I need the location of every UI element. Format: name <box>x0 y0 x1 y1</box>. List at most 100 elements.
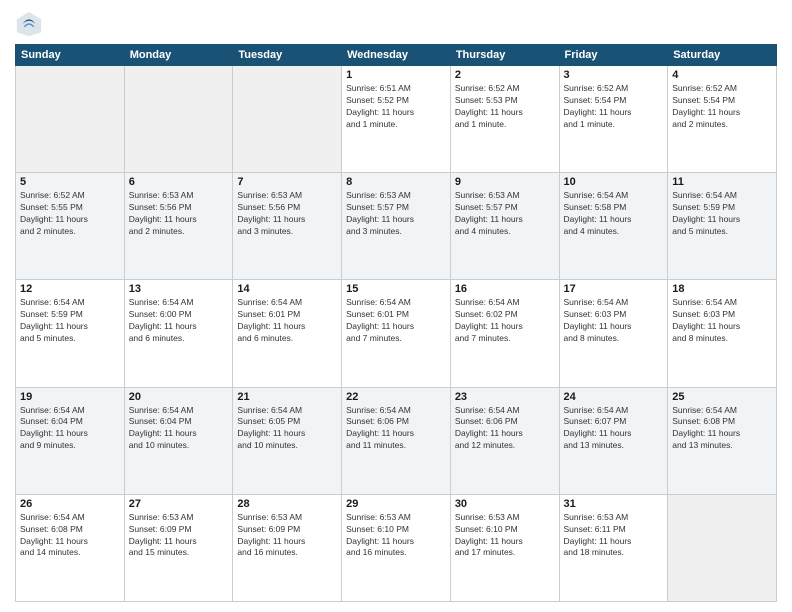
day-info: Sunrise: 6:54 AM Sunset: 6:04 PM Dayligh… <box>20 405 120 453</box>
day-number: 18 <box>672 283 772 295</box>
calendar-cell: 1 Sunrise: 6:51 AM Sunset: 5:52 PM Daylig… <box>342 66 451 173</box>
day-info: Sunrise: 6:54 AM Sunset: 6:00 PM Dayligh… <box>129 297 229 345</box>
calendar-cell: 17Sunrise: 6:54 AM Sunset: 6:03 PM Dayli… <box>559 280 668 387</box>
calendar-cell: 25 Sunrise: 6:54 AM Sunset: 6:08 PM Dayli… <box>668 387 777 494</box>
header <box>15 10 777 38</box>
day-info: Sunrise: 6:53 AM Sunset: 5:57 PM Dayligh… <box>455 190 555 238</box>
day-number: 21 <box>237 391 337 403</box>
day-number: 17 <box>564 283 664 295</box>
calendar-cell: 27Sunrise: 6:53 AM Sunset: 6:09 PM Dayli… <box>124 494 233 601</box>
day-info: Sunrise: 6:54 AM Sunset: 6:08 PM Dayligh… <box>20 512 120 560</box>
calendar-cell <box>233 66 342 173</box>
calendar-cell: 16 Sunrise: 6:54 AM Sunset: 6:02 PM Dayli… <box>450 280 559 387</box>
day-number: 7 <box>237 176 337 188</box>
day-info: Sunrise: 6:53 AM Sunset: 6:10 PM Dayligh… <box>346 512 446 560</box>
weekday-header: Sunday <box>16 45 125 66</box>
day-info: Sunrise: 6:54 AM Sunset: 5:58 PM Dayligh… <box>564 190 664 238</box>
day-number: 20 <box>129 391 229 403</box>
weekday-header: Tuesday <box>233 45 342 66</box>
calendar-cell: 5Sunrise: 6:52 AM Sunset: 5:55 PM Daylig… <box>16 173 125 280</box>
day-info: Sunrise: 6:52 AM Sunset: 5:54 PM Dayligh… <box>564 83 664 131</box>
logo <box>15 10 47 38</box>
calendar-week-row: 19 Sunrise: 6:54 AM Sunset: 6:04 PM Dayli… <box>16 387 777 494</box>
calendar-cell: 2 Sunrise: 6:52 AM Sunset: 5:53 PM Daylig… <box>450 66 559 173</box>
day-info: Sunrise: 6:54 AM Sunset: 6:01 PM Dayligh… <box>237 297 337 345</box>
day-number: 14 <box>237 283 337 295</box>
day-number: 3 <box>564 69 664 81</box>
calendar-cell: 7 Sunrise: 6:53 AM Sunset: 5:56 PM Daylig… <box>233 173 342 280</box>
logo-icon <box>15 10 43 38</box>
day-info: Sunrise: 6:54 AM Sunset: 6:04 PM Dayligh… <box>129 405 229 453</box>
calendar-cell: 21Sunrise: 6:54 AM Sunset: 6:05 PM Dayli… <box>233 387 342 494</box>
weekday-header: Wednesday <box>342 45 451 66</box>
day-number: 10 <box>564 176 664 188</box>
day-number: 19 <box>20 391 120 403</box>
day-info: Sunrise: 6:54 AM Sunset: 6:07 PM Dayligh… <box>564 405 664 453</box>
day-info: Sunrise: 6:53 AM Sunset: 5:57 PM Dayligh… <box>346 190 446 238</box>
day-number: 6 <box>129 176 229 188</box>
calendar-cell: 19 Sunrise: 6:54 AM Sunset: 6:04 PM Dayli… <box>16 387 125 494</box>
weekday-header: Friday <box>559 45 668 66</box>
day-info: Sunrise: 6:54 AM Sunset: 6:06 PM Dayligh… <box>455 405 555 453</box>
day-number: 2 <box>455 69 555 81</box>
day-number: 23 <box>455 391 555 403</box>
day-number: 24 <box>564 391 664 403</box>
weekday-header-row: SundayMondayTuesdayWednesdayThursdayFrid… <box>16 45 777 66</box>
day-info: Sunrise: 6:54 AM Sunset: 6:08 PM Dayligh… <box>672 405 772 453</box>
day-number: 30 <box>455 498 555 510</box>
calendar-cell: 29Sunrise: 6:53 AM Sunset: 6:10 PM Dayli… <box>342 494 451 601</box>
calendar-week-row: 5Sunrise: 6:52 AM Sunset: 5:55 PM Daylig… <box>16 173 777 280</box>
day-info: Sunrise: 6:53 AM Sunset: 6:11 PM Dayligh… <box>564 512 664 560</box>
day-number: 1 <box>346 69 446 81</box>
calendar-cell <box>16 66 125 173</box>
day-number: 22 <box>346 391 446 403</box>
day-info: Sunrise: 6:52 AM Sunset: 5:53 PM Dayligh… <box>455 83 555 131</box>
calendar-cell: 23 Sunrise: 6:54 AM Sunset: 6:06 PM Dayli… <box>450 387 559 494</box>
weekday-header: Thursday <box>450 45 559 66</box>
calendar-cell: 30Sunrise: 6:53 AM Sunset: 6:10 PM Dayli… <box>450 494 559 601</box>
calendar-cell: 31 Sunrise: 6:53 AM Sunset: 6:11 PM Dayli… <box>559 494 668 601</box>
calendar-cell: 18 Sunrise: 6:54 AM Sunset: 6:03 PM Dayli… <box>668 280 777 387</box>
day-number: 27 <box>129 498 229 510</box>
day-number: 26 <box>20 498 120 510</box>
calendar-cell: 28 Sunrise: 6:53 AM Sunset: 6:09 PM Dayli… <box>233 494 342 601</box>
day-info: Sunrise: 6:51 AM Sunset: 5:52 PM Dayligh… <box>346 83 446 131</box>
calendar-cell: 10 Sunrise: 6:54 AM Sunset: 5:58 PM Dayli… <box>559 173 668 280</box>
calendar-cell: 11Sunrise: 6:54 AM Sunset: 5:59 PM Dayli… <box>668 173 777 280</box>
day-number: 5 <box>20 176 120 188</box>
day-number: 28 <box>237 498 337 510</box>
day-info: Sunrise: 6:53 AM Sunset: 5:56 PM Dayligh… <box>237 190 337 238</box>
day-info: Sunrise: 6:53 AM Sunset: 5:56 PM Dayligh… <box>129 190 229 238</box>
page: SundayMondayTuesdayWednesdayThursdayFrid… <box>0 0 792 612</box>
calendar-cell: 4Sunrise: 6:52 AM Sunset: 5:54 PM Daylig… <box>668 66 777 173</box>
calendar-week-row: 1 Sunrise: 6:51 AM Sunset: 5:52 PM Daylig… <box>16 66 777 173</box>
day-info: Sunrise: 6:53 AM Sunset: 6:09 PM Dayligh… <box>237 512 337 560</box>
day-info: Sunrise: 6:54 AM Sunset: 5:59 PM Dayligh… <box>20 297 120 345</box>
calendar-cell: 26 Sunrise: 6:54 AM Sunset: 6:08 PM Dayli… <box>16 494 125 601</box>
day-number: 11 <box>672 176 772 188</box>
weekday-header: Monday <box>124 45 233 66</box>
day-number: 8 <box>346 176 446 188</box>
day-info: Sunrise: 6:54 AM Sunset: 6:02 PM Dayligh… <box>455 297 555 345</box>
day-number: 4 <box>672 69 772 81</box>
calendar-table: SundayMondayTuesdayWednesdayThursdayFrid… <box>15 44 777 602</box>
calendar-cell <box>124 66 233 173</box>
day-number: 16 <box>455 283 555 295</box>
day-info: Sunrise: 6:54 AM Sunset: 6:01 PM Dayligh… <box>346 297 446 345</box>
day-number: 31 <box>564 498 664 510</box>
calendar-cell: 9 Sunrise: 6:53 AM Sunset: 5:57 PM Daylig… <box>450 173 559 280</box>
day-number: 12 <box>20 283 120 295</box>
calendar-week-row: 12 Sunrise: 6:54 AM Sunset: 5:59 PM Dayli… <box>16 280 777 387</box>
day-number: 25 <box>672 391 772 403</box>
calendar-cell: 24 Sunrise: 6:54 AM Sunset: 6:07 PM Dayli… <box>559 387 668 494</box>
day-number: 9 <box>455 176 555 188</box>
day-info: Sunrise: 6:54 AM Sunset: 6:03 PM Dayligh… <box>672 297 772 345</box>
day-number: 15 <box>346 283 446 295</box>
calendar-cell: 20 Sunrise: 6:54 AM Sunset: 6:04 PM Dayli… <box>124 387 233 494</box>
calendar-cell: 15 Sunrise: 6:54 AM Sunset: 6:01 PM Dayli… <box>342 280 451 387</box>
calendar-cell <box>668 494 777 601</box>
calendar-cell: 3 Sunrise: 6:52 AM Sunset: 5:54 PM Daylig… <box>559 66 668 173</box>
calendar-week-row: 26 Sunrise: 6:54 AM Sunset: 6:08 PM Dayli… <box>16 494 777 601</box>
weekday-header: Saturday <box>668 45 777 66</box>
calendar-cell: 6 Sunrise: 6:53 AM Sunset: 5:56 PM Daylig… <box>124 173 233 280</box>
